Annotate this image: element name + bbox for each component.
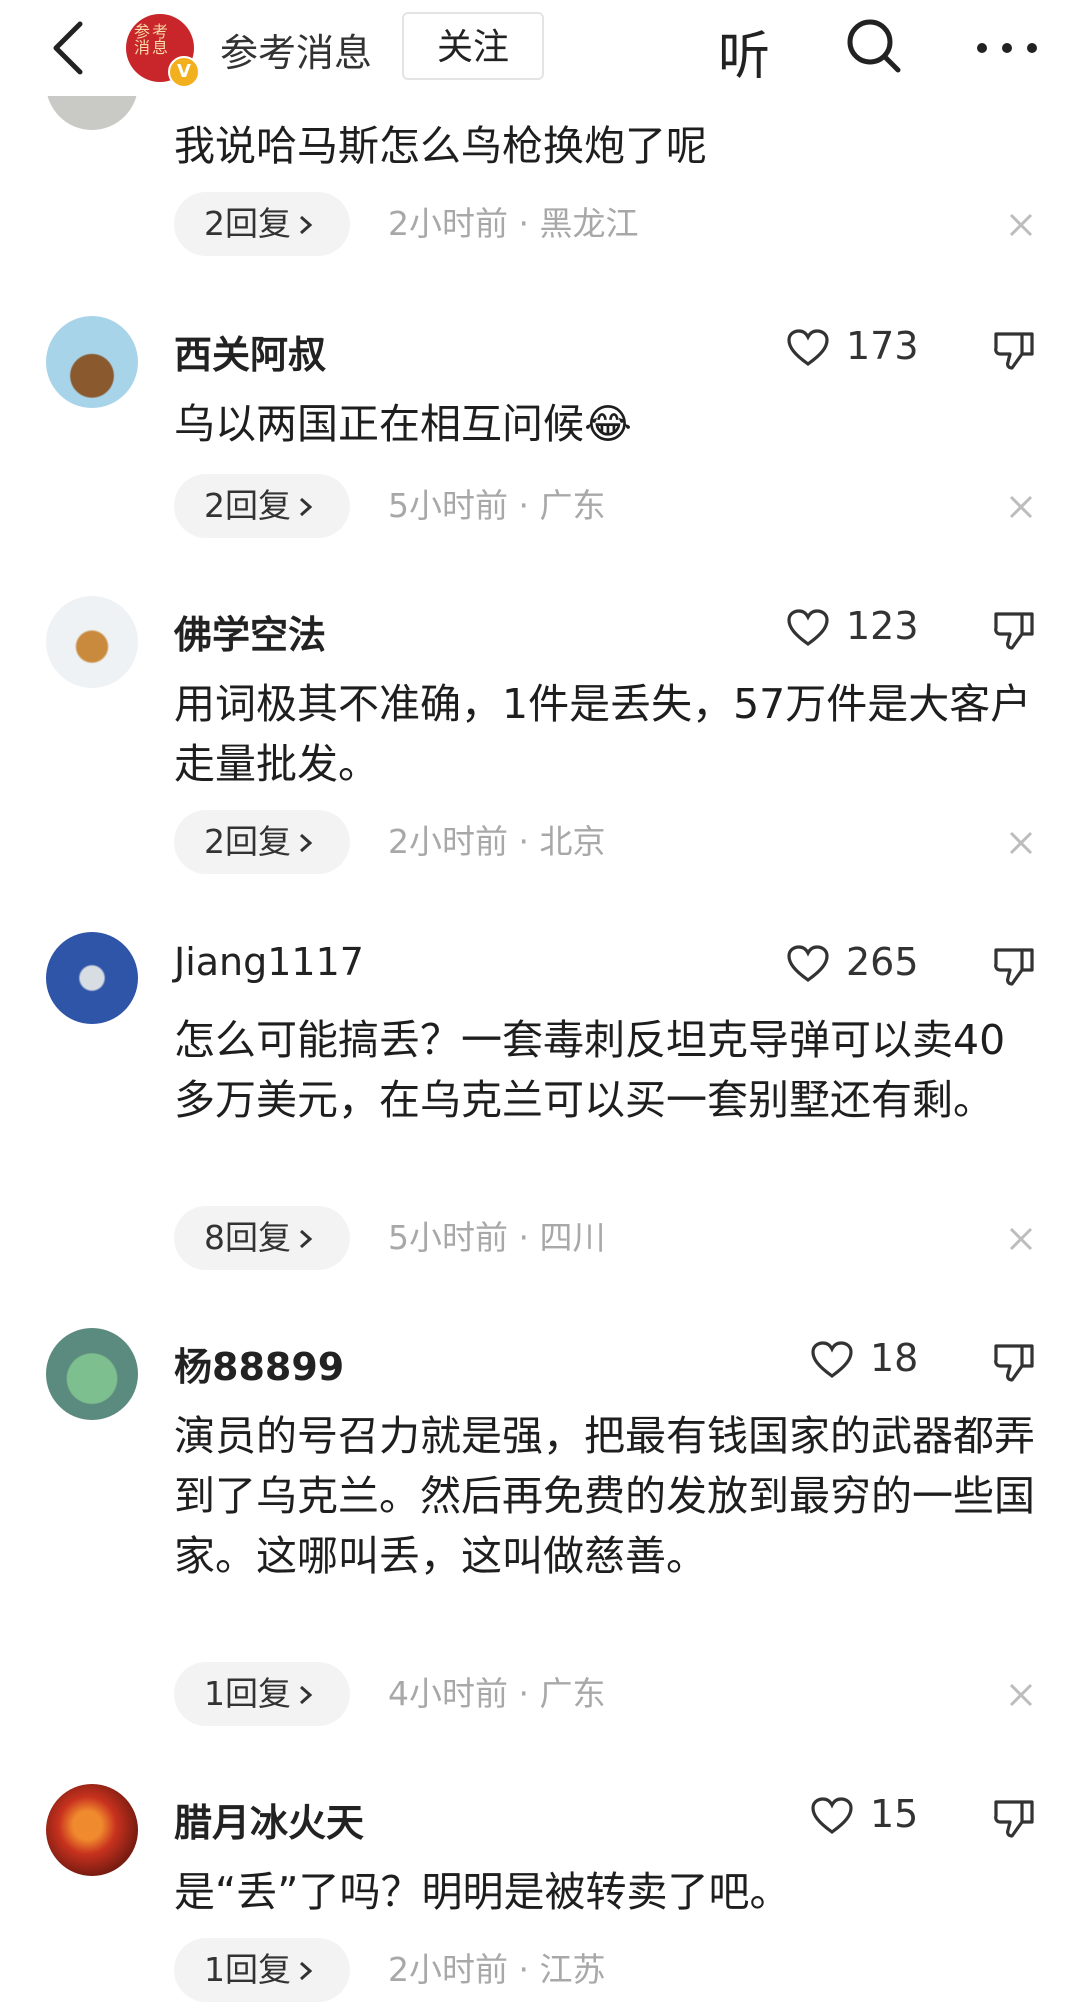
like-count: 265 <box>846 940 919 984</box>
more-dots-icon[interactable] <box>972 22 1042 74</box>
meta-separator: · <box>518 1950 530 1989</box>
avatar[interactable] <box>46 596 138 688</box>
close-icon[interactable] <box>1008 212 1034 238</box>
reply-button[interactable]: 8回复 <box>174 1206 350 1270</box>
like-count: 18 <box>870 1336 919 1380</box>
like-count: 15 <box>870 1792 919 1836</box>
comment-meta: 2小时前 · 北京 <box>388 810 606 874</box>
comment-text: 演员的号召力就是强，把最有钱国家的武器都弄到了乌克兰。然后再免费的发放到最穷的一… <box>174 1412 1035 1580</box>
comment-text: 乌以两国正在相互问候😂 <box>174 394 1044 454</box>
chevron-right-icon <box>300 1685 313 1705</box>
heart-icon[interactable] <box>810 1340 854 1380</box>
thumbs-down-icon[interactable] <box>992 1340 1036 1384</box>
close-icon[interactable] <box>1008 494 1034 520</box>
username[interactable]: 杨88899 <box>174 1336 344 1391</box>
search-icon[interactable] <box>844 16 904 76</box>
comment-text: 我说哈马斯怎么鸟枪换炮了呢 <box>174 122 707 170</box>
close-icon[interactable] <box>1008 830 1034 856</box>
meta-separator: · <box>518 204 530 243</box>
like-count: 123 <box>846 604 919 648</box>
reply-count: 2回复 <box>204 204 291 243</box>
thumbs-down-icon[interactable] <box>992 608 1036 652</box>
reply-count: 2回复 <box>204 486 291 525</box>
reply-button[interactable]: 2回复 <box>174 474 350 538</box>
comment-location: 四川 <box>539 1218 606 1257</box>
heart-icon[interactable] <box>786 328 830 368</box>
reply-count: 1回复 <box>204 1674 291 1713</box>
avatar[interactable] <box>46 316 138 408</box>
comment-time: 5小时前 <box>388 486 508 525</box>
comment-text: 怎么可能搞丢？一套毒刺反坦克导弹可以卖40多万美元，在乌克兰可以买一套别墅还有剩… <box>174 1016 1006 1124</box>
heart-icon[interactable] <box>786 944 830 984</box>
back-arrow-icon[interactable] <box>44 18 94 78</box>
comment-meta: 5小时前 · 广东 <box>388 474 606 538</box>
chevron-right-icon <box>300 833 313 853</box>
reply-count: 1回复 <box>204 1950 291 1989</box>
comment-meta: 5小时前 · 四川 <box>388 1206 606 1270</box>
comment-time: 5小时前 <box>388 1218 508 1257</box>
meta-separator: · <box>518 822 530 861</box>
reply-button[interactable]: 1回复 <box>174 1662 350 1726</box>
comment-location: 北京 <box>539 822 606 861</box>
reply-button[interactable]: 1回复 <box>174 1938 350 2002</box>
meta-separator: · <box>518 1218 530 1257</box>
comment-time: 2小时前 <box>388 822 508 861</box>
close-icon[interactable] <box>1008 1226 1034 1252</box>
comment-time: 4小时前 <box>388 1674 508 1713</box>
comment-text: 是“丢”了吗？明明是被转卖了吧。 <box>174 1868 791 1916</box>
publisher-avatar[interactable]: 参考消息 V <box>126 14 200 88</box>
reply-button[interactable]: 2回复 <box>174 810 350 874</box>
username[interactable]: 佛学空法 <box>174 604 326 659</box>
comment-location: 广东 <box>539 486 606 525</box>
thumbs-down-icon[interactable] <box>992 944 1036 988</box>
chevron-right-icon <box>300 1229 313 1249</box>
avatar[interactable] <box>46 1784 138 1876</box>
comment-meta: 2小时前 · 黑龙江 <box>388 192 639 256</box>
chevron-right-icon <box>300 215 313 235</box>
comment-time: 2小时前 <box>388 204 508 243</box>
comment-meta: 4小时前 · 广东 <box>388 1662 606 1726</box>
comment-text: 用词极其不准确，1件是丢失，57万件是大客户走量批发。 <box>174 680 1032 788</box>
username[interactable]: 腊月冰火天 <box>174 1792 364 1847</box>
meta-separator: · <box>518 1674 530 1713</box>
comment-text-body: 乌以两国正在相互问候 <box>174 400 584 448</box>
publisher-name[interactable]: 参考消息 <box>220 22 372 77</box>
comment-location: 黑龙江 <box>539 204 639 243</box>
comment-location: 广东 <box>539 1674 606 1713</box>
laughing-emoji-icon: 😂 <box>584 400 632 448</box>
comment-location: 江苏 <box>539 1950 606 1989</box>
username[interactable]: 西关阿叔 <box>174 324 326 379</box>
follow-button[interactable]: 关注 <box>402 12 544 80</box>
heart-icon[interactable] <box>786 608 830 648</box>
comment-time: 2小时前 <box>388 1950 508 1989</box>
thumbs-down-icon[interactable] <box>992 328 1036 372</box>
chevron-right-icon <box>300 497 313 517</box>
reply-count: 2回复 <box>204 822 291 861</box>
comment-meta: 2小时前 · 江苏 <box>388 1938 606 2002</box>
thumbs-down-icon[interactable] <box>992 1796 1036 1840</box>
like-count: 173 <box>846 324 919 368</box>
heart-icon[interactable] <box>810 1796 854 1836</box>
chevron-right-icon <box>300 1961 313 1981</box>
reply-button[interactable]: 2回复 <box>174 192 350 256</box>
username[interactable]: Jiang1117 <box>174 940 364 984</box>
close-icon[interactable] <box>1008 1682 1034 1708</box>
verified-badge-icon: V <box>168 56 200 88</box>
top-bar: 参考消息 V 参考消息 关注 听 <box>0 0 1088 96</box>
meta-separator: · <box>518 486 530 525</box>
listen-button[interactable]: 听 <box>718 14 770 89</box>
avatar[interactable] <box>46 932 138 1024</box>
avatar[interactable] <box>46 1328 138 1420</box>
reply-count: 8回复 <box>204 1218 291 1257</box>
